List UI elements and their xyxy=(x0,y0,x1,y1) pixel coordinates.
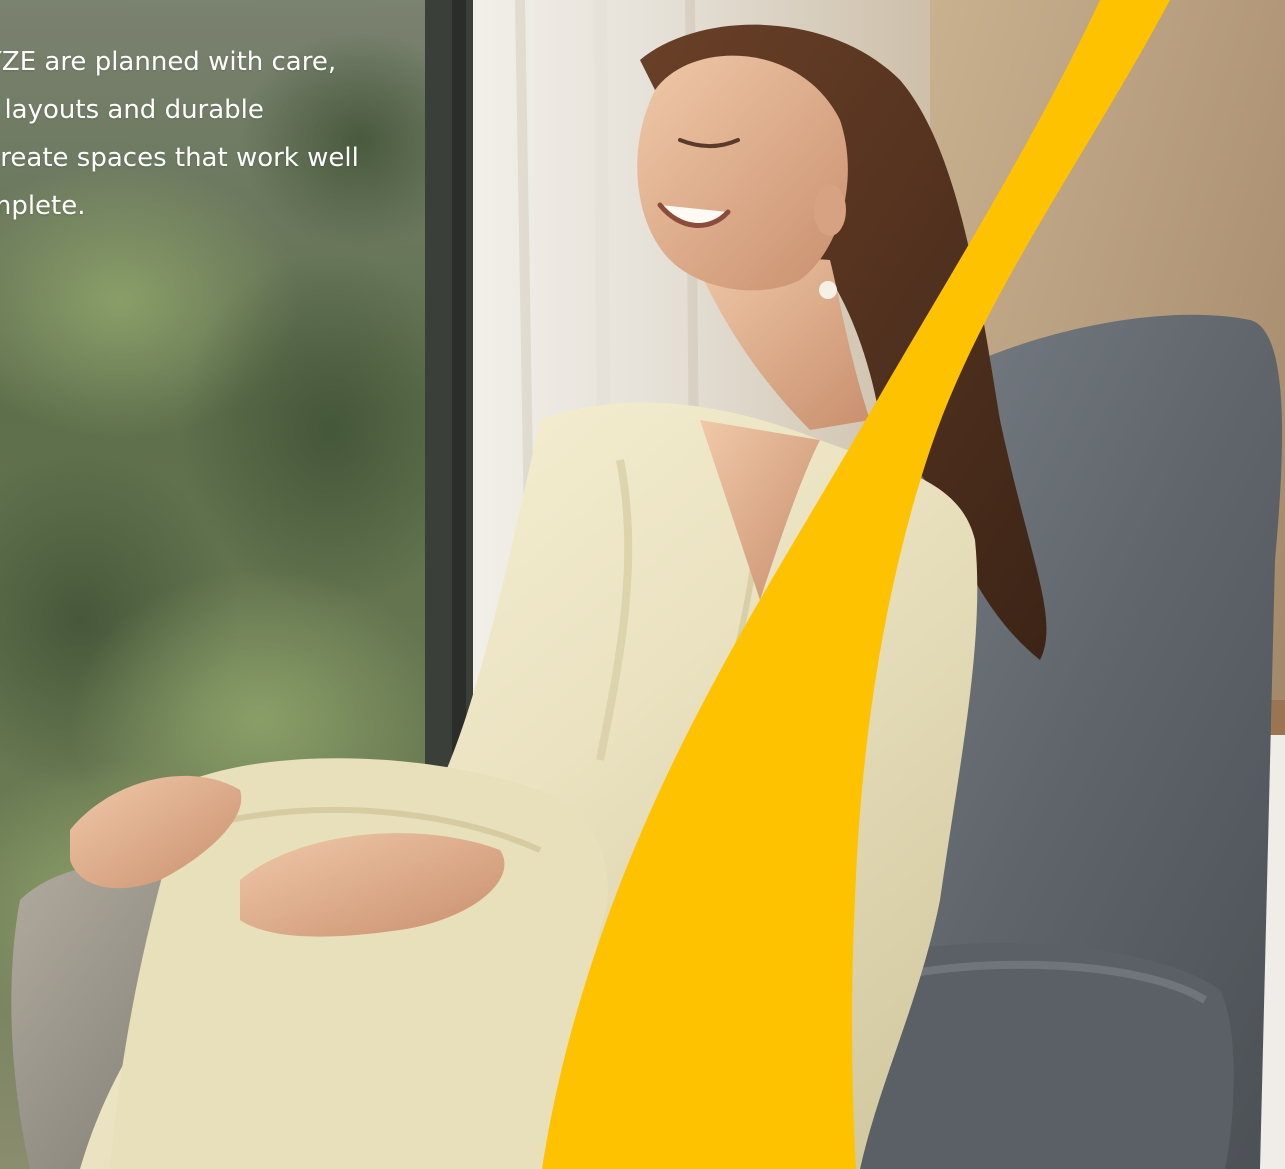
intro-line: mplete. xyxy=(0,191,86,221)
intro-line: create spaces that work well xyxy=(0,143,359,173)
intro-line: YZE are planned with care, xyxy=(0,47,337,77)
intro-paragraph: YZE are planned with care, t layouts and… xyxy=(0,38,456,230)
intro-line: t layouts and durable xyxy=(0,95,264,125)
hero-section: YZE are planned with care, t layouts and… xyxy=(0,0,1285,1169)
